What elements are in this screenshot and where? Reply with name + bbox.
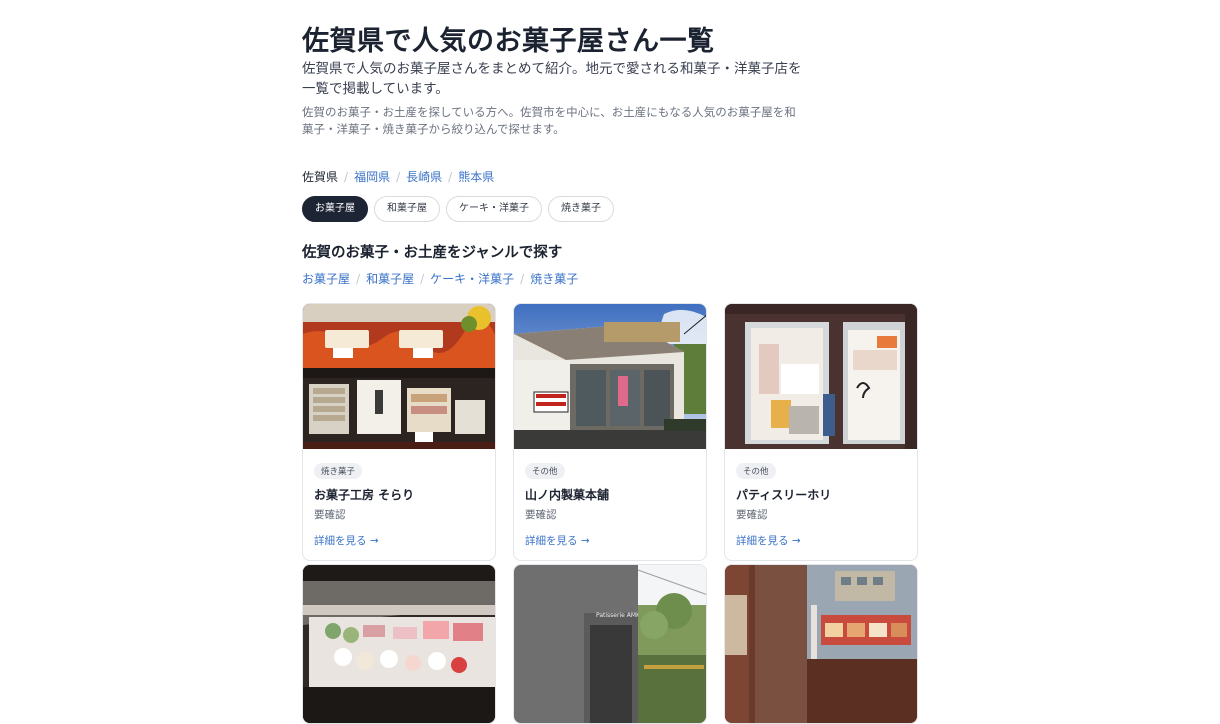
shop-detail-link[interactable]: 詳細を見る → [525,533,695,548]
shop-status: 要確認 [314,509,346,521]
shop-category-badge: 焼き菓子 [314,463,363,479]
chip-cake[interactable]: ケーキ・洋菓子 [446,196,542,222]
shop-detail-link[interactable]: 詳細を見る → [736,533,906,548]
shop-card-yamanouchi[interactable]: その他 山ノ内製菓本舗 要確認 詳細を見る → [513,303,707,561]
shop-photo [725,304,917,449]
shop-name: お菓子工房 そらり [314,488,415,502]
shop-detail-link[interactable]: 詳細を見る → [314,533,484,548]
chip-okashiya[interactable]: お菓子屋 [302,196,368,222]
page-lead: 佐賀県で人気のお菓子屋さんをまとめて紹介。地元で愛される和菓子・洋菓子店を一覧で… [302,61,802,97]
prefecture-link-nagasaki[interactable]: 長崎県 [406,170,442,184]
genre-link-cake[interactable]: ケーキ・洋菓子 [430,272,514,286]
shop-card[interactable]: Patisserie AMK [513,564,707,724]
genre-nav: お菓子屋 / 和菓子屋 / ケーキ・洋菓子 / 焼き菓子 [302,272,579,286]
genre-link-yakigashi[interactable]: 焼き菓子 [530,272,578,286]
page-description: 佐賀のお菓子・お土産を探している方へ。佐賀市を中心に、お土産にもなる人気のお菓子… [302,105,796,136]
shop-card[interactable] [724,564,918,724]
current-prefecture: 佐賀県 [302,170,339,184]
prefecture-nav: 佐賀県 / 福岡県 / 長崎県 / 熊本県 [302,170,495,184]
shop-photo [303,304,495,449]
shop-status: 要確認 [736,509,768,521]
shop-status: 要確認 [525,509,557,521]
shop-category-badge: その他 [525,463,565,479]
genre-heading: 佐賀のお菓子・お土産をジャンルで探す [302,245,563,261]
genre-link-wagashiya[interactable]: 和菓子屋 [366,272,414,286]
shop-category-badge: その他 [736,463,776,479]
genre-link-okashiya[interactable]: お菓子屋 [302,272,350,286]
chip-wagashiya[interactable]: 和菓子屋 [374,196,440,222]
shop-name: 山ノ内製菓本舗 [525,488,610,502]
shop-name: パティスリーホリ [736,488,832,502]
shop-card[interactable] [302,564,496,724]
shop-photo [514,304,706,449]
prefecture-link-kumamoto[interactable]: 熊本県 [458,170,494,184]
shop-photo [725,565,917,723]
shop-photo [303,565,495,723]
shop-card-hori[interactable]: その他 パティスリーホリ 要確認 詳細を見る → [724,303,918,561]
prefecture-link-fukuoka[interactable]: 福岡県 [354,170,390,184]
chip-yakigashi[interactable]: 焼き菓子 [548,196,614,222]
shop-photo: Patisserie AMK [514,565,706,723]
store-sign-text: Patisserie AMK [596,612,641,619]
page-title: 佐賀県で人気のお菓子屋さん一覧 [302,26,715,57]
shop-card-sorari[interactable]: 焼き菓子 お菓子工房 そらり 要確認 詳細を見る → [302,303,496,561]
category-filter: お菓子屋 和菓子屋 ケーキ・洋菓子 焼き菓子 [302,196,614,222]
